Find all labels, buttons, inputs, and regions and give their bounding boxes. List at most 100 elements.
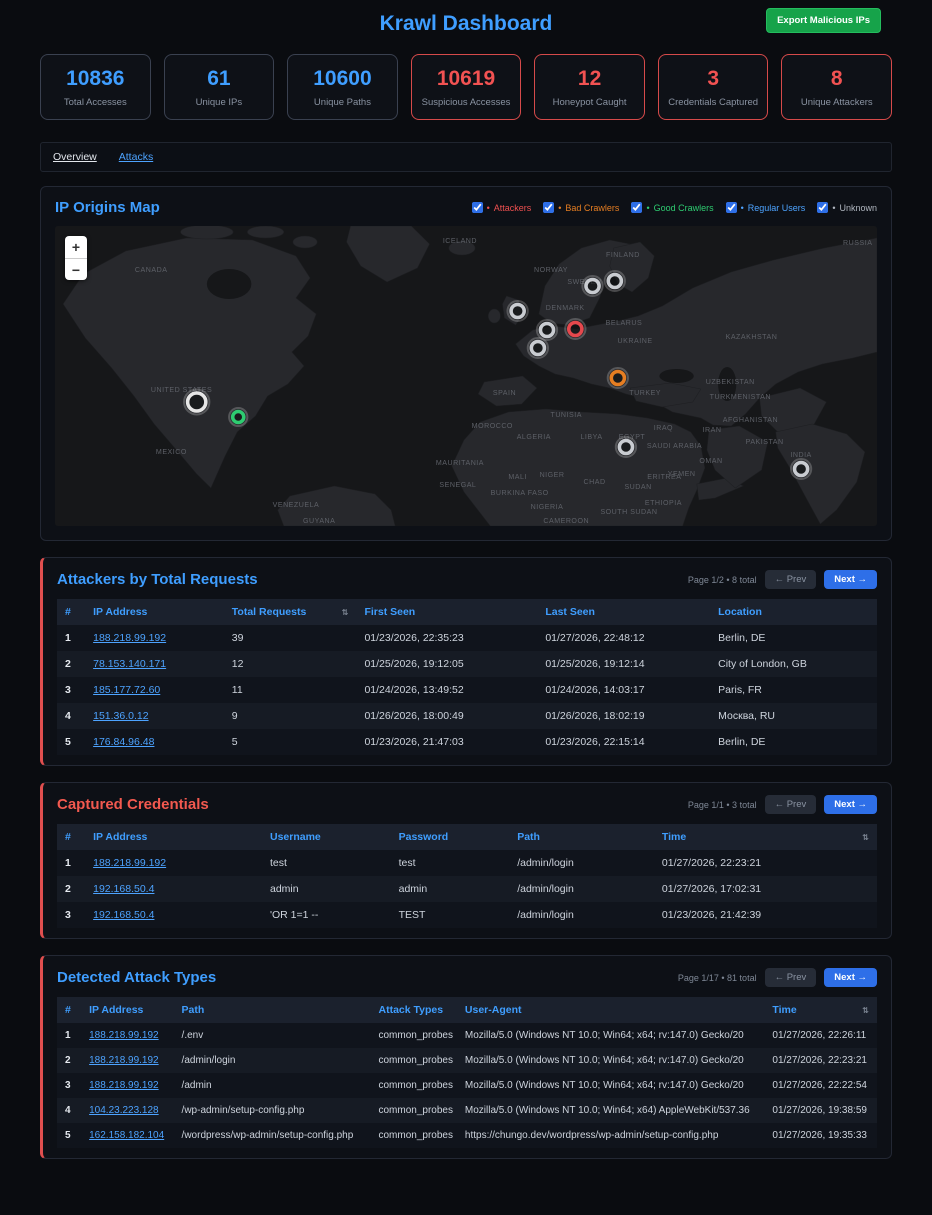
table-cell: 01/27/2026, 22:22:54 — [764, 1073, 877, 1098]
legend-checkbox[interactable] — [543, 202, 554, 213]
legend-checkbox[interactable] — [631, 202, 642, 213]
map-marker-unknown[interactable] — [791, 459, 811, 479]
map-marker-unknown[interactable] — [528, 338, 548, 358]
table-cell: TEST — [391, 902, 510, 928]
map-country-label: CANADA — [135, 267, 168, 274]
credentials-pagination: Page 1/1 • 3 total ← Prev Next → — [688, 795, 877, 814]
ip-address-link[interactable]: 185.177.72.60 — [93, 684, 160, 696]
export-malicious-ips-button[interactable]: Export Malicious IPs — [766, 8, 881, 33]
tab-attacks[interactable]: Attacks — [119, 151, 153, 163]
ip-address-cell: 188.218.99.192 — [81, 1048, 173, 1073]
ip-address-link[interactable]: 176.84.96.48 — [93, 736, 154, 748]
legend-dot-icon: • — [487, 203, 490, 213]
zoom-in-button[interactable]: + — [65, 236, 87, 258]
table-cell: common_probes — [371, 1123, 457, 1148]
ip-address-link[interactable]: 188.218.99.192 — [89, 1030, 159, 1041]
stat-value: 10836 — [43, 67, 148, 91]
sort-icon[interactable]: ⇅ — [862, 1006, 869, 1015]
stats-row: 10836Total Accesses61Unique IPs10600Uniq… — [40, 54, 892, 120]
table-cell: 01/27/2026, 22:23:21 — [764, 1048, 877, 1073]
map-country-label: OMAN — [699, 458, 722, 465]
attackers-panel-title: Attackers by Total Requests — [57, 571, 258, 588]
table-cell: common_probes — [371, 1098, 457, 1123]
legend-item-unknown[interactable]: •Unknown — [817, 202, 877, 213]
table-cell: 01/24/2026, 13:49:52 — [356, 677, 537, 703]
ip-address-link[interactable]: 78.153.140.171 — [93, 658, 166, 670]
tab-overview[interactable]: Overview — [53, 151, 97, 163]
column-header-time[interactable]: Time⇅ — [654, 824, 877, 850]
world-map[interactable]: CANADAUNITED STATESMEXICOICELANDNORWAYSW… — [55, 226, 877, 526]
page-info: Page 1/2 • 8 total — [688, 575, 757, 585]
legend-checkbox[interactable] — [726, 202, 737, 213]
ip-address-link[interactable]: 188.218.99.192 — [89, 1080, 159, 1091]
ip-origins-map-panel: IP Origins Map •Attackers•Bad Crawlers•G… — [40, 186, 892, 541]
map-marker-attacker[interactable] — [565, 319, 585, 339]
next-page-button[interactable]: Next → — [824, 570, 877, 589]
black-sea — [659, 369, 693, 383]
column-header-time[interactable]: Time⇅ — [764, 997, 877, 1023]
table-cell: Berlin, DE — [710, 729, 877, 755]
column-header-: # — [57, 599, 85, 625]
map-country-label: ERITREA — [647, 474, 681, 481]
ip-address-link[interactable]: 192.168.50.4 — [93, 909, 154, 921]
attackers-pagination: Page 1/2 • 8 total ← Prev Next → — [688, 570, 877, 589]
map-country-label: SENEGAL — [439, 482, 476, 489]
map-marker-bad-crawler[interactable] — [608, 368, 628, 388]
column-header-total-requests[interactable]: Total Requests⇅ — [224, 599, 357, 625]
row-number: 5 — [57, 1123, 81, 1148]
map-marker-good-crawler[interactable] — [229, 408, 247, 426]
map-country-label: NORWAY — [534, 267, 568, 274]
legend-label: Unknown — [839, 203, 877, 213]
map-country-label: MALI — [508, 474, 527, 481]
ip-address-link[interactable]: 104.23.223.128 — [89, 1105, 159, 1116]
legend-label: Regular Users — [748, 203, 806, 213]
map-marker-unknown[interactable] — [537, 320, 557, 340]
legend-checkbox[interactable] — [472, 202, 483, 213]
prev-page-button[interactable]: ← Prev — [765, 795, 817, 814]
table-cell: /wordpress/wp-admin/setup-config.php — [174, 1123, 371, 1148]
sort-icon[interactable]: ⇅ — [862, 833, 869, 842]
ip-address-link[interactable]: 162.158.182.104 — [89, 1130, 164, 1141]
legend-item-regular-users[interactable]: • Regular Users — [726, 202, 806, 213]
legend-item-attackers[interactable]: •Attackers — [472, 202, 532, 213]
column-header-attack-types: Attack Types — [371, 997, 457, 1023]
ip-address-link[interactable]: 188.218.99.192 — [93, 857, 166, 869]
table-cell: Paris, FR — [710, 677, 877, 703]
table-cell: 01/27/2026, 19:35:33 — [764, 1123, 877, 1148]
map-marker-unknown[interactable] — [508, 301, 528, 321]
ip-address-link[interactable]: 188.218.99.192 — [93, 632, 166, 644]
stat-card-unique-paths: 10600Unique Paths — [287, 54, 398, 120]
table-cell: common_probes — [371, 1073, 457, 1098]
ip-address-link[interactable]: 151.36.0.12 — [93, 710, 148, 722]
ip-address-link[interactable]: 192.168.50.4 — [93, 883, 154, 895]
next-page-button[interactable]: Next → — [824, 968, 877, 987]
next-page-button[interactable]: Next → — [824, 795, 877, 814]
map-marker-unknown[interactable] — [582, 276, 602, 296]
map-marker-unknown[interactable] — [605, 271, 625, 291]
map-marker-unknown[interactable] — [616, 437, 636, 457]
prev-page-button[interactable]: ← Prev — [765, 570, 817, 589]
stat-value: 10619 — [414, 67, 519, 91]
table-cell: 12 — [224, 651, 357, 677]
map-marker-cluster[interactable] — [184, 390, 209, 415]
table-cell: 5 — [224, 729, 357, 755]
sort-icon[interactable]: ⇅ — [342, 608, 349, 617]
ip-address-cell: 188.218.99.192 — [81, 1073, 173, 1098]
table-cell: 01/27/2026, 17:02:31 — [654, 876, 877, 902]
table-cell: 01/27/2026, 19:38:59 — [764, 1098, 877, 1123]
table-row: 3185.177.72.601101/24/2026, 13:49:5201/2… — [57, 677, 877, 703]
column-header-ip-address: IP Address — [85, 824, 262, 850]
zoom-out-button[interactable]: − — [65, 258, 87, 280]
prev-page-button[interactable]: ← Prev — [765, 968, 817, 987]
stat-label: Unique Attackers — [784, 97, 889, 108]
legend-item-bad-crawlers[interactable]: •Bad Crawlers — [543, 202, 619, 213]
row-number: 2 — [57, 1048, 81, 1073]
legend-checkbox[interactable] — [817, 202, 828, 213]
attackers-table: #IP AddressTotal Requests⇅First SeenLast… — [57, 599, 877, 755]
column-header-password: Password — [391, 824, 510, 850]
legend-item-good-crawlers[interactable]: •Good Crawlers — [631, 202, 713, 213]
page-info: Page 1/17 • 81 total — [678, 973, 757, 983]
legend-dot-icon: • — [741, 203, 744, 213]
ip-address-link[interactable]: 188.218.99.192 — [89, 1055, 159, 1066]
table-cell: 'OR 1=1 -- — [262, 902, 391, 928]
